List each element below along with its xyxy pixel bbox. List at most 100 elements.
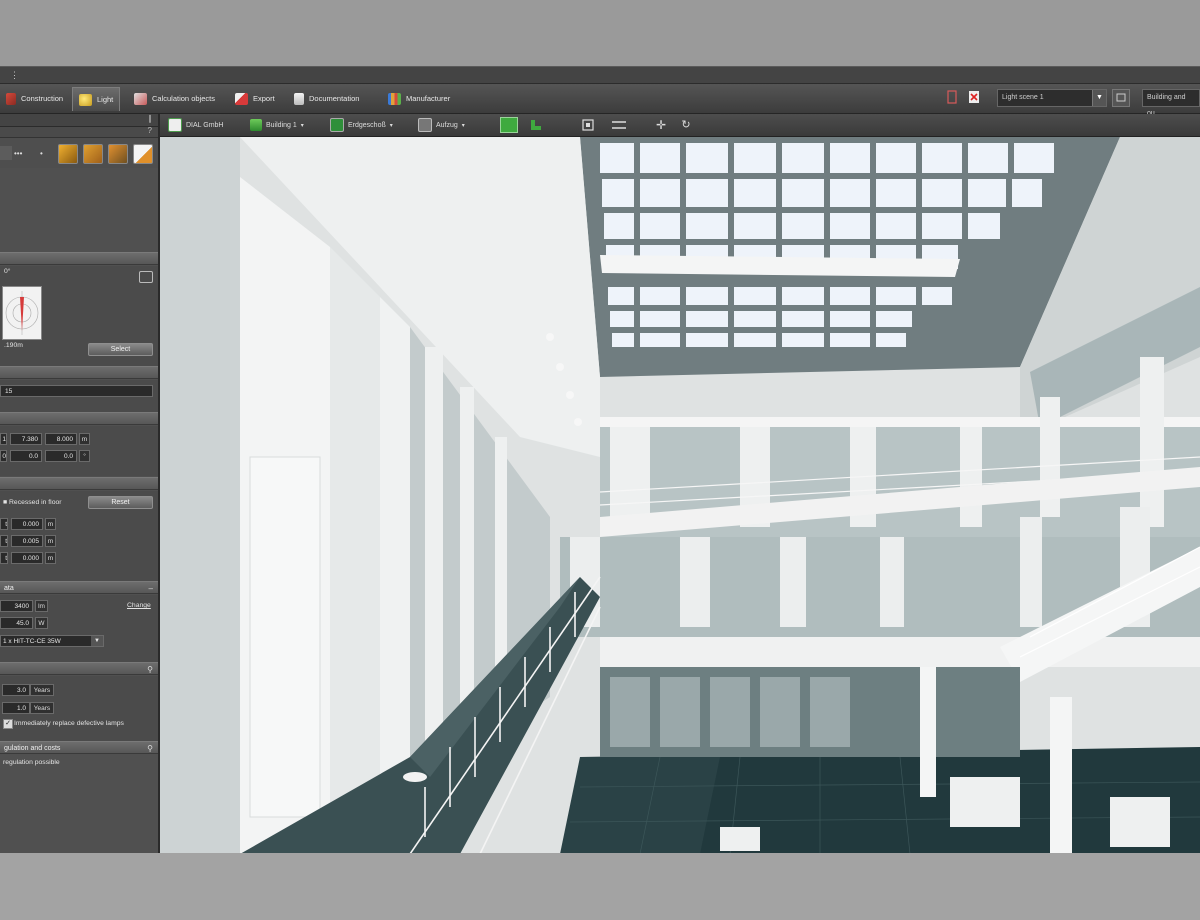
- tab-calculation-objects[interactable]: Calculation objects: [128, 87, 221, 110]
- tab-export-label: Export: [253, 94, 275, 103]
- 3d-view-button[interactable]: [500, 117, 518, 133]
- tab-construction[interactable]: Construction: [0, 87, 69, 110]
- offset-2-unit: m: [45, 535, 56, 547]
- position-x-prefix[interactable]: 1: [0, 433, 7, 445]
- tab-light[interactable]: Light: [72, 87, 121, 111]
- name-field[interactable]: 15: [0, 385, 153, 397]
- light-scene-select[interactable]: Light scene 1 ▼: [997, 89, 1107, 107]
- page-background: [0, 853, 1200, 920]
- offset-2-field[interactable]: 0.005: [11, 535, 43, 547]
- section-maintenance[interactable]: ⚲: [0, 662, 158, 675]
- offset-1-prefix[interactable]: t: [0, 518, 8, 530]
- panel-pin-icon[interactable]: ∥: [148, 114, 152, 123]
- delete-icon[interactable]: [968, 89, 980, 107]
- tab-export[interactable]: Export: [229, 87, 281, 110]
- quick-access-icon[interactable]: ⋮: [10, 70, 19, 80]
- floor-breadcrumb[interactable]: Erdgeschoß ▾: [330, 117, 393, 133]
- mounting-mode-text: Recessed in floor: [9, 499, 62, 506]
- construction-icon: [6, 92, 16, 105]
- manufacturer-icon: [388, 92, 401, 105]
- tab-documentation-label: Documentation: [309, 94, 360, 103]
- tab-manufacturer-label: Manufacturer: [406, 94, 451, 103]
- building-breadcrumb[interactable]: Building 1 ▾: [250, 117, 304, 133]
- rotation-1-field[interactable]: 0.0: [10, 450, 42, 462]
- position-y-field[interactable]: 8.000: [45, 433, 77, 445]
- mounting-body: ■ Recessed in floor Reset t 0.000 m t 0.…: [0, 491, 158, 581]
- position-body: 1 7.380 8.000 m 0 0.0 0.0 °: [0, 426, 158, 476]
- section-mounting[interactable]: [0, 477, 158, 490]
- change-link[interactable]: Change: [127, 602, 151, 609]
- swap-icon[interactable]: [108, 144, 128, 164]
- luminous-flux-unit: lm: [35, 600, 48, 612]
- 3d-viewport[interactable]: [160, 137, 1200, 854]
- offset-2-prefix[interactable]: t: [0, 535, 8, 547]
- light-scene-settings-button[interactable]: [1112, 89, 1130, 107]
- offset-1-field[interactable]: 0.000: [11, 518, 43, 530]
- chevron-down-icon: ▼: [1092, 90, 1106, 106]
- lamp-replacement-field[interactable]: 1.0: [2, 702, 30, 714]
- lamp-replacement-unit: Years: [30, 702, 54, 714]
- position-unit: m: [79, 433, 90, 445]
- zoom-extents-icon[interactable]: [580, 117, 596, 133]
- ribbon-toolbar: Construction Light Calculation objects E…: [0, 84, 1200, 117]
- view-mode-select[interactable]: Building and ou: [1142, 89, 1200, 117]
- luminous-flux-field[interactable]: 3400: [0, 600, 33, 612]
- company-breadcrumb[interactable]: DIAL GmbH: [168, 117, 223, 133]
- export-icon: [235, 92, 248, 105]
- maintenance-body: 3.0 Years 1.0 Years ✓ Immediately replac…: [0, 676, 158, 741]
- help-icon[interactable]: ?: [148, 126, 152, 135]
- tab-manufacturer[interactable]: Manufacturer: [382, 87, 456, 110]
- lamp-type-select[interactable]: 1 x HIT-TC-CE 35W ▼: [0, 635, 104, 647]
- offset-3-prefix[interactable]: t: [0, 552, 8, 564]
- section-position[interactable]: [0, 412, 158, 425]
- rotate-icon[interactable]: [83, 144, 103, 164]
- rotation-2-field[interactable]: 0.0: [45, 450, 77, 462]
- floor-label: Erdgeschoß: [348, 121, 386, 129]
- offset-3-field[interactable]: 0.000: [11, 552, 43, 564]
- luminaire-body: 0° .190m Select: [0, 266, 158, 366]
- pin-icon[interactable]: ⚲: [147, 742, 153, 755]
- lamp-type-value: 1 x HIT-TC-CE 35W: [3, 638, 61, 645]
- lamp-data-body: 3400 lm Change 45.0 W 1 x HIT-TC-CE 35W …: [0, 595, 158, 662]
- dots-icon[interactable]: •••: [14, 149, 22, 158]
- tab-documentation[interactable]: Documentation: [288, 87, 365, 110]
- rotation-prefix[interactable]: 0: [0, 450, 7, 462]
- tab-calculation-objects-label: Calculation objects: [152, 94, 215, 103]
- rotation-unit: °: [79, 450, 90, 462]
- fit-view-icon[interactable]: [610, 117, 628, 133]
- light-scene-value: Light scene 1: [1002, 94, 1044, 101]
- dot-icon[interactable]: •: [40, 149, 43, 158]
- regulation-body: regulation possible: [0, 755, 158, 854]
- regulation-text: regulation possible: [3, 759, 60, 766]
- maintenance-interval-field[interactable]: 3.0: [2, 684, 30, 696]
- collapse-icon[interactable]: –: [149, 582, 153, 595]
- pin-icon[interactable]: ⚲: [147, 663, 153, 676]
- panel-subheader: ?: [0, 126, 158, 138]
- power-field[interactable]: 45.0: [0, 617, 33, 629]
- replace-lamps-label: Immediately replace defective lamps: [14, 720, 124, 727]
- pipette-icon[interactable]: [58, 144, 78, 164]
- light-distribution-curve: [2, 286, 42, 340]
- pan-icon[interactable]: ✛: [653, 117, 669, 133]
- document-icon[interactable]: [946, 89, 958, 107]
- position-x-field[interactable]: 7.380: [10, 433, 42, 445]
- select-button[interactable]: Select: [88, 343, 153, 356]
- name-body: 15: [0, 380, 158, 412]
- reset-button[interactable]: Reset: [88, 496, 153, 509]
- luminaire-settings-icon[interactable]: [139, 271, 153, 283]
- regulation-title: gulation and costs: [4, 745, 61, 752]
- edit-luminaire-icon[interactable]: [133, 144, 153, 164]
- arrow-left-icon[interactable]: [0, 146, 12, 160]
- floorplan-view-icon[interactable]: [528, 117, 544, 133]
- panel-header: ∥: [0, 114, 158, 127]
- section-regulation[interactable]: gulation and costs ⚲: [0, 741, 158, 754]
- chevron-down-icon: ▾: [389, 122, 393, 129]
- tab-construction-label: Construction: [21, 94, 64, 103]
- section-name[interactable]: [0, 366, 158, 379]
- replace-lamps-checkbox[interactable]: ✓: [3, 719, 13, 729]
- rotate-view-icon[interactable]: ↻: [678, 117, 694, 133]
- section-luminaire[interactable]: [0, 252, 158, 265]
- view-breadcrumb[interactable]: Aufzug ▾: [418, 117, 465, 133]
- section-lamp-data[interactable]: ata –: [0, 581, 158, 594]
- company-icon: [168, 118, 182, 132]
